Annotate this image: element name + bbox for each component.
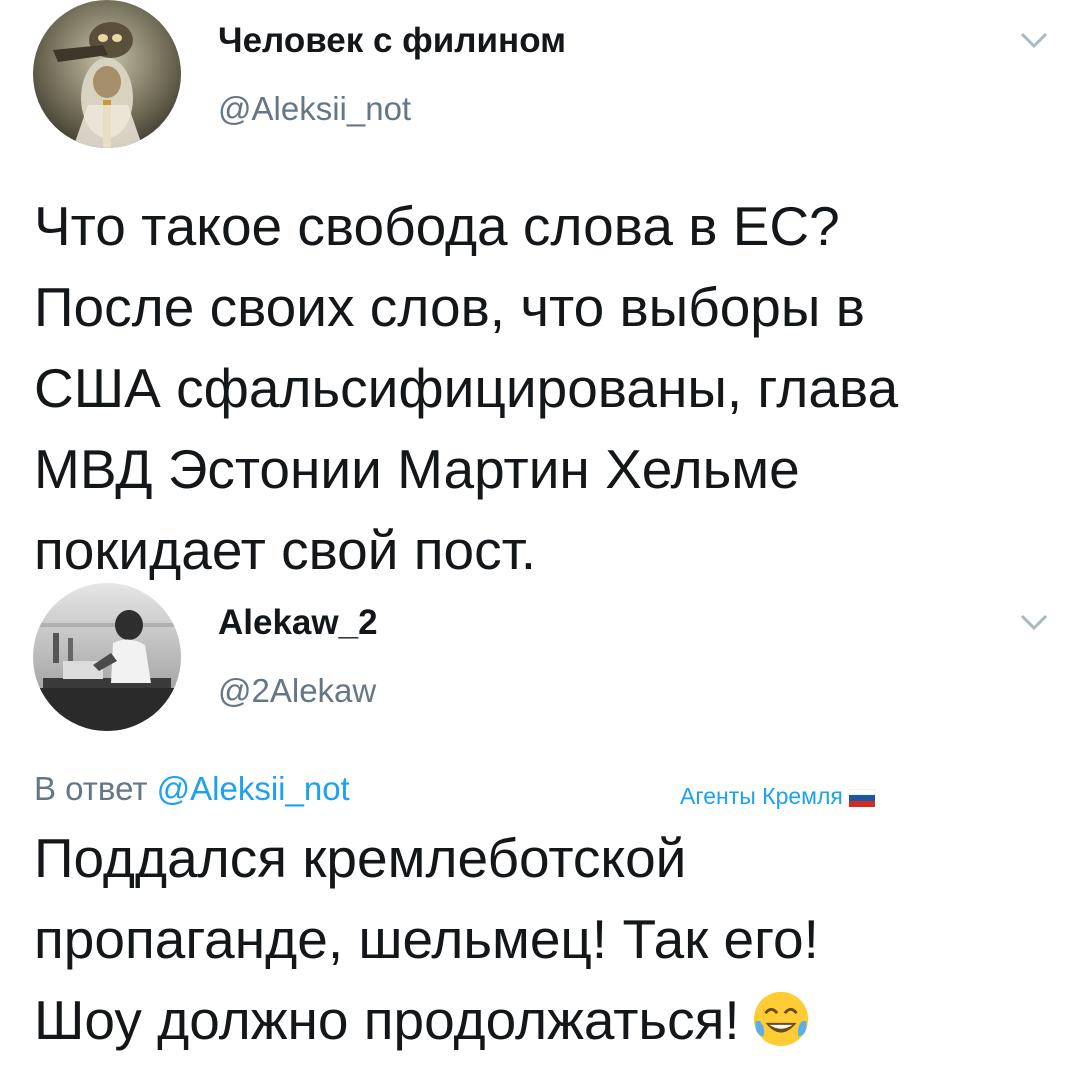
face-with-tears-of-joy-icon — [753, 992, 808, 1047]
reply-prefix: В ответ — [34, 770, 148, 807]
chevron-down-icon[interactable] — [1014, 608, 1054, 636]
tweet-text: Поддался кремлеботской пропаганде, шельм… — [34, 818, 1044, 1061]
display-name[interactable]: Человек с филином — [218, 21, 566, 61]
user-handle[interactable]: @Aleksii_not — [218, 90, 411, 128]
tweet-text-line: США сфальсифицированы, глава — [34, 357, 899, 419]
tweet-text-line-with-emoji: Шоу должно продолжаться! — [34, 980, 1044, 1061]
tweet-text-line: После своих слов, что выборы в — [34, 276, 865, 338]
user-handle[interactable]: @2Alekaw — [218, 672, 376, 710]
list-tag-label: Агенты Кремля — [680, 783, 843, 809]
tweet-reply: Alekaw_2 @2Alekaw В ответ @Aleksii_not А… — [0, 580, 1080, 1066]
tweet-text-line: Шоу должно продолжаться! — [34, 989, 740, 1051]
reading-man-avatar[interactable] — [33, 583, 181, 731]
tweet-text-line: Что такое свобода слова в ЕС? — [34, 195, 840, 257]
tweet-text-line: МВД Эстонии Мартин Хельме — [34, 438, 800, 500]
tweet-text-line: покидает свой пост. — [34, 519, 537, 581]
avatar-image — [33, 0, 181, 148]
reply-mention-link[interactable]: @Aleksii_not — [157, 770, 350, 807]
tweet-text: Что такое свобода слова в ЕС? После свои… — [34, 186, 1044, 591]
display-name[interactable]: Alekaw_2 — [218, 603, 378, 643]
tweet-original: Человек с филином @Aleksii_not Что такое… — [0, 0, 1080, 581]
owl-portrait-avatar[interactable] — [33, 0, 181, 148]
reply-context: В ответ @Aleksii_not — [34, 770, 350, 808]
russian-flag-icon — [848, 788, 875, 807]
list-tag[interactable]: Агенты Кремля — [680, 783, 875, 810]
avatar-image — [33, 583, 181, 731]
tweet-text-line: Поддался кремлеботской — [34, 827, 687, 889]
chevron-down-icon[interactable] — [1014, 26, 1054, 54]
tweet-text-line: пропаганде, шельмец! Так его! — [34, 908, 819, 970]
